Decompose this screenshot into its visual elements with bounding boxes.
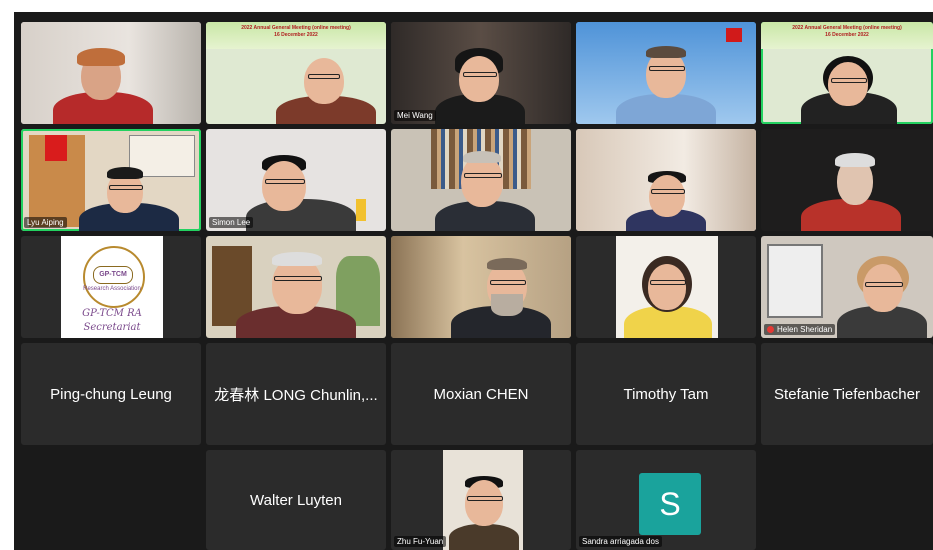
name-tile[interactable]: Walter Luyten <box>206 450 386 550</box>
meeting-banner: 2022 Annual General Meeting (online meet… <box>206 22 386 49</box>
muted-mic-icon <box>767 326 774 334</box>
video-tile[interactable]: S Sandra arriagada dos <box>576 450 756 550</box>
video-tile[interactable]: GP-TCM Research Association GP-TCM RA Se… <box>21 236 201 338</box>
participant-name-label: Helen Sheridan <box>764 324 836 335</box>
participant-name-label: Lyu Aiping <box>24 217 67 228</box>
video-tile[interactable]: Zhu Fu-Yuan <box>391 450 571 550</box>
participant-name: Moxian CHEN <box>433 385 529 403</box>
video-tile[interactable] <box>761 129 933 231</box>
name-tile[interactable]: 龙春林 LONG Chunlin,... <box>206 343 386 445</box>
gp-tcm-logo: GP-TCM Research Association GP-TCM RA Se… <box>61 236 163 338</box>
video-tile-active-speaker[interactable]: Lyu Aiping <box>21 129 201 231</box>
video-tile[interactable] <box>576 22 756 124</box>
video-tile[interactable]: Simon Lee <box>206 129 386 231</box>
participant-name-label: Simon Lee <box>209 217 254 228</box>
participant-name: Walter Luyten <box>250 491 342 509</box>
video-tile[interactable]: 2022 Annual General Meeting (online meet… <box>206 22 386 124</box>
participant-name: Ping-chung Leung <box>50 385 172 403</box>
video-tile[interactable] <box>391 236 571 338</box>
video-tile[interactable] <box>391 129 571 231</box>
video-tile[interactable] <box>576 129 756 231</box>
participant-name-label: Mei Wang <box>394 110 436 121</box>
video-tile-active-speaker[interactable]: 2022 Annual General Meeting (online meet… <box>761 22 933 124</box>
participant-name-label: Zhu Fu-Yuan <box>394 536 447 547</box>
video-tile[interactable] <box>576 236 756 338</box>
video-tile[interactable]: Helen Sheridan <box>761 236 933 338</box>
video-tile[interactable] <box>206 236 386 338</box>
name-tile[interactable]: Ping-chung Leung <box>21 343 201 445</box>
name-tile[interactable]: Stefanie Tiefenbacher <box>761 343 933 445</box>
participant-name: 龙春林 LONG Chunlin,... <box>214 386 378 404</box>
meeting-banner: 2022 Annual General Meeting (online meet… <box>761 22 933 49</box>
video-tile[interactable]: Mei Wang <box>391 22 571 124</box>
name-tile[interactable]: Moxian CHEN <box>391 343 571 445</box>
participant-name-label: Sandra arriagada dos <box>579 536 662 547</box>
video-tile[interactable] <box>21 22 201 124</box>
gallery-view: 2022 Annual General Meeting (online meet… <box>14 12 933 550</box>
participant-name: Timothy Tam <box>623 385 709 403</box>
avatar: S <box>639 473 701 535</box>
participant-name: Stefanie Tiefenbacher <box>774 385 920 403</box>
name-tile[interactable]: Timothy Tam <box>576 343 756 445</box>
